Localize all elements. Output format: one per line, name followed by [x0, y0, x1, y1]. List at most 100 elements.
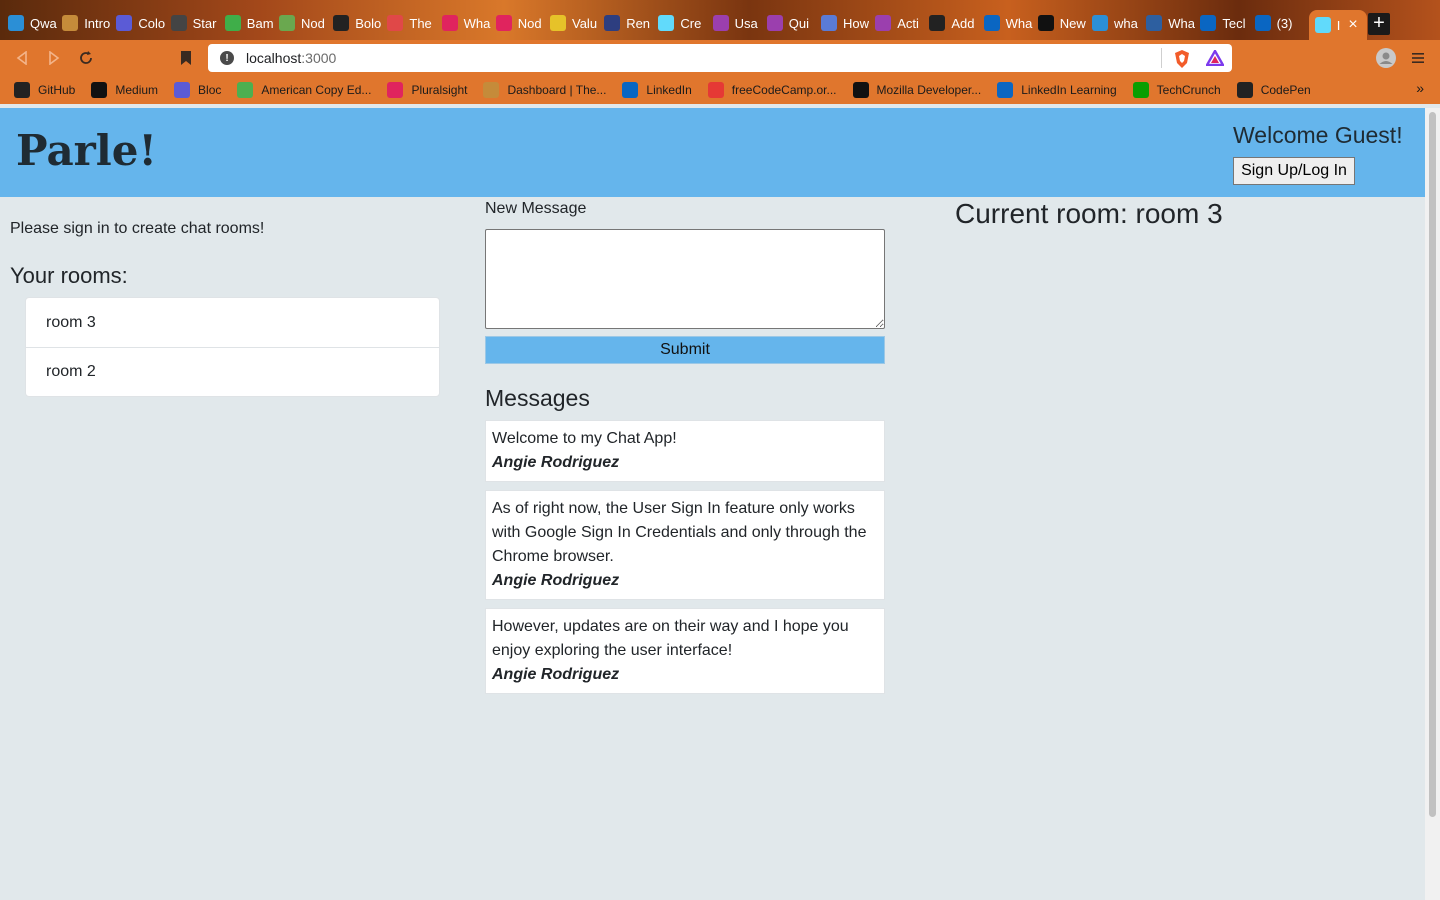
browser-tab[interactable]: Qwa	[8, 10, 58, 36]
speech-icon	[387, 15, 404, 31]
browser-tab[interactable]: Qui	[766, 10, 817, 36]
room-item-room-3[interactable]: room 3	[26, 298, 439, 347]
leaf-icon	[224, 15, 241, 31]
browser-tab[interactable]: Nod	[279, 10, 329, 36]
github-icon	[14, 82, 30, 98]
forward-icon[interactable]	[42, 46, 66, 70]
bookmarks-bar: GitHub Medium Bloc American Copy Ed... Plura…	[0, 76, 1440, 104]
browser-tab-label: Bolo	[355, 15, 382, 31]
browser-tab-label: I	[1336, 17, 1341, 33]
browser-tab[interactable]: Usa	[712, 10, 763, 36]
browser-tab[interactable]: Add	[929, 10, 979, 36]
browser-tab-label: Cre	[680, 15, 702, 31]
browser-tab[interactable]: Valu	[550, 10, 600, 36]
profile-icon[interactable]	[1374, 46, 1398, 70]
browser-tab[interactable]: Tecl	[1200, 10, 1250, 36]
terminal-icon	[1146, 15, 1163, 31]
signup-login-button[interactable]: Sign Up/Log In	[1233, 157, 1355, 185]
browser-tab[interactable]: Intro	[62, 10, 112, 36]
browser-tab[interactable]: The	[387, 10, 437, 36]
bookmark-item[interactable]: TechCrunch	[1132, 82, 1221, 98]
browser-tab-label: Wha	[463, 15, 491, 31]
bear-icon	[483, 82, 500, 98]
new-tab-button[interactable]: +	[1368, 13, 1390, 35]
message-card: Welcome to my Chat App! Angie Rodriguez	[485, 420, 885, 482]
browser-tab[interactable]: Bam	[224, 10, 275, 36]
bookmark-item[interactable]: Pluralsight	[387, 82, 467, 98]
browser-tab[interactable]: wha	[1092, 10, 1142, 36]
message-card: As of right now, the User Sign In featur…	[485, 490, 885, 600]
browser-tab[interactable]: Nod	[495, 10, 546, 36]
browser-tab[interactable]: Star	[170, 10, 221, 36]
browser-tab[interactable]: How	[821, 10, 871, 36]
play-icon	[441, 15, 458, 31]
browser-tab[interactable]: Colo	[116, 10, 166, 36]
bookmark-label: LinkedIn Learning	[1021, 83, 1117, 97]
app-title: Parle!	[16, 126, 157, 175]
browser-tab[interactable]: Wha	[441, 10, 492, 36]
bookmark-item[interactable]: Medium	[91, 82, 158, 98]
close-tab-icon[interactable]: ×	[1348, 16, 1357, 34]
bookmark-icon[interactable]	[174, 46, 198, 70]
tab-strip: Qwa Intro Colo Star Bam Nod Bolo The Wha Nod Valu R…	[0, 0, 1440, 40]
current-room-heading: Current room: room 3	[955, 198, 1223, 229]
messages-list: Welcome to my Chat App! Angie Rodriguez …	[485, 420, 885, 702]
browser-tab-label: Acti	[897, 15, 919, 31]
reload-icon[interactable]	[74, 46, 98, 70]
pluralsight-icon	[387, 82, 404, 98]
bookmark-item[interactable]: Dashboard | The...	[483, 82, 606, 98]
info-icon[interactable]: !	[220, 51, 234, 65]
bookmark-item[interactable]: Mozilla Developer...	[852, 82, 981, 98]
browser-tab-label: Bam	[246, 15, 274, 31]
browser-tab[interactable]: Acti	[875, 10, 925, 36]
browser-tab[interactable]: Bolo	[333, 10, 383, 36]
brave-rewards-icon[interactable]	[1204, 48, 1226, 71]
browser-tab-label: How	[843, 15, 870, 31]
q-icon	[1092, 15, 1108, 31]
wp-icon	[333, 15, 350, 31]
new-message-label: New Message	[485, 200, 587, 217]
graphql-icon	[766, 15, 783, 31]
linkedin-icon	[622, 82, 639, 98]
browser-tab[interactable]: (3)	[1254, 10, 1305, 36]
browser-tab[interactable]: Cre	[658, 10, 708, 36]
room-item-room-2[interactable]: room 2	[26, 347, 439, 396]
browser-tab-label: Colo	[138, 15, 166, 31]
brave-shield-icon[interactable]	[1174, 50, 1190, 73]
codepen-icon	[1236, 82, 1253, 98]
browser-tab-label: Wha	[1005, 15, 1033, 31]
browser-tab[interactable]: New	[1037, 10, 1088, 36]
message-text: Welcome to my Chat App!	[492, 430, 677, 447]
bookmark-label: Bloc	[198, 83, 222, 97]
browser-tab-label: The	[409, 15, 432, 31]
browser-tab[interactable]: Wha	[1146, 10, 1196, 36]
url-text[interactable]: localhost:3000	[246, 50, 336, 66]
browser-tab[interactable]: I ×	[1308, 10, 1367, 40]
chevron-double-right-icon[interactable]: »	[1416, 80, 1424, 96]
browser-tab-label: Qwa	[30, 15, 57, 31]
bookmark-item[interactable]: freeCodeCamp.or...	[707, 82, 837, 98]
back-icon[interactable]	[10, 46, 34, 70]
bookmark-item[interactable]: GitHub	[14, 82, 75, 98]
message-author: Angie Rodriguez	[492, 666, 620, 683]
new-message-textarea[interactable]	[485, 229, 885, 329]
bookmark-item[interactable]: LinkedIn	[622, 82, 692, 98]
bookmark-item[interactable]: American Copy Ed...	[237, 82, 371, 98]
message-text: As of right now, the User Sign In featur…	[492, 500, 867, 565]
bear-icon	[62, 15, 79, 31]
browser-tab-label: Nod	[517, 15, 542, 31]
browser-tab-label: Ren	[626, 15, 651, 31]
menu-icon[interactable]	[1406, 46, 1430, 70]
page-scrollbar[interactable]	[1425, 108, 1440, 900]
linkedin-learning-icon	[983, 15, 1000, 31]
scrollbar-thumb[interactable]	[1429, 112, 1436, 817]
bookmark-item[interactable]: CodePen	[1236, 82, 1311, 98]
submit-button[interactable]: Submit	[485, 336, 885, 364]
bookmark-item[interactable]: Bloc	[174, 82, 221, 98]
bookmark-item[interactable]: LinkedIn Learning	[997, 82, 1117, 98]
address-bar[interactable]: ! localhost:3000	[208, 44, 1232, 72]
browser-tab[interactable]: Ren	[604, 10, 654, 36]
browser-tab[interactable]: Wha	[983, 10, 1034, 36]
mdn-icon	[852, 82, 869, 98]
bookmark-label: Dashboard | The...	[507, 83, 607, 97]
